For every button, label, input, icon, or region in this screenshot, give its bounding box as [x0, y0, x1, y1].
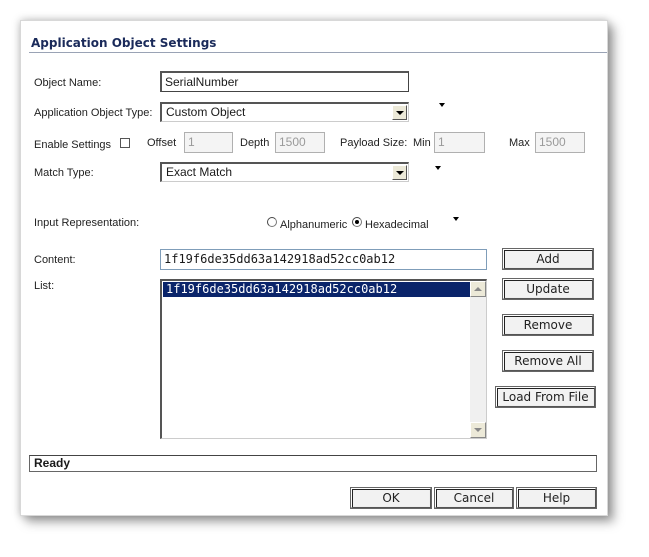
remove-all-button[interactable]: Remove All: [502, 350, 594, 372]
max-label: Max: [509, 137, 530, 149]
object-type-select[interactable]: Custom Object: [160, 102, 409, 122]
input-representation-label: Input Representation:: [34, 217, 140, 229]
depth-input[interactable]: 1500: [275, 132, 325, 153]
enable-settings-checkbox[interactable]: [120, 138, 130, 148]
marker-icon: [439, 103, 445, 107]
match-type-select[interactable]: Exact Match: [160, 162, 409, 182]
enable-settings-label: Enable Settings: [34, 139, 112, 151]
hexadecimal-radio[interactable]: [352, 217, 362, 227]
remove-button[interactable]: Remove: [502, 314, 594, 336]
list-item[interactable]: 1f19f6de35dd63a142918ad52cc0ab12: [163, 282, 470, 297]
min-label: Min: [413, 137, 431, 149]
marker-icon: [453, 217, 459, 221]
update-button[interactable]: Update: [502, 278, 594, 300]
add-button[interactable]: Add: [502, 248, 594, 270]
object-type-selected-value: Custom Object: [166, 105, 246, 119]
content-listbox[interactable]: 1f19f6de35dd63a142918ad52cc0ab12: [160, 279, 487, 439]
dialog-title: Application Object Settings: [31, 36, 217, 50]
object-name-input[interactable]: SerialNumber: [160, 71, 409, 92]
listbox-scrollbar[interactable]: [470, 281, 486, 438]
object-name-label: Object Name:: [34, 77, 102, 89]
alphanumeric-radio-label[interactable]: Alphanumeric: [280, 219, 347, 231]
payload-size-label: Payload Size:: [340, 137, 408, 149]
alphanumeric-radio[interactable]: [267, 217, 277, 227]
scroll-up-arrow-icon[interactable]: [470, 281, 486, 297]
content-label: Content:: [34, 254, 76, 266]
status-bar: Ready: [29, 455, 597, 472]
offset-input[interactable]: 1: [184, 132, 233, 153]
chevron-down-icon[interactable]: [392, 105, 407, 120]
hexadecimal-radio-label[interactable]: Hexadecimal: [365, 219, 429, 231]
depth-label: Depth: [240, 137, 270, 149]
offset-label: Offset: [147, 137, 177, 149]
load-from-file-button[interactable]: Load From File: [495, 386, 596, 408]
chevron-down-icon[interactable]: [392, 165, 407, 180]
list-label: List:: [34, 280, 55, 292]
help-button[interactable]: Help: [516, 487, 597, 509]
match-type-label: Match Type:: [34, 167, 94, 179]
radio-selected-dot: [355, 220, 359, 224]
title-divider: [29, 52, 607, 53]
ok-button[interactable]: OK: [350, 487, 432, 509]
application-object-settings-dialog: Application Object Settings Object Name:…: [20, 20, 608, 516]
match-type-selected-value: Exact Match: [166, 165, 233, 179]
max-input[interactable]: 1500: [535, 132, 585, 153]
scroll-down-arrow-icon[interactable]: [470, 422, 486, 438]
marker-icon: [435, 166, 441, 170]
min-input[interactable]: 1: [434, 132, 485, 153]
object-type-label: Application Object Type:: [34, 107, 153, 119]
cancel-button[interactable]: Cancel: [434, 487, 514, 509]
content-input[interactable]: 1f19f6de35dd63a142918ad52cc0ab12: [160, 249, 487, 270]
